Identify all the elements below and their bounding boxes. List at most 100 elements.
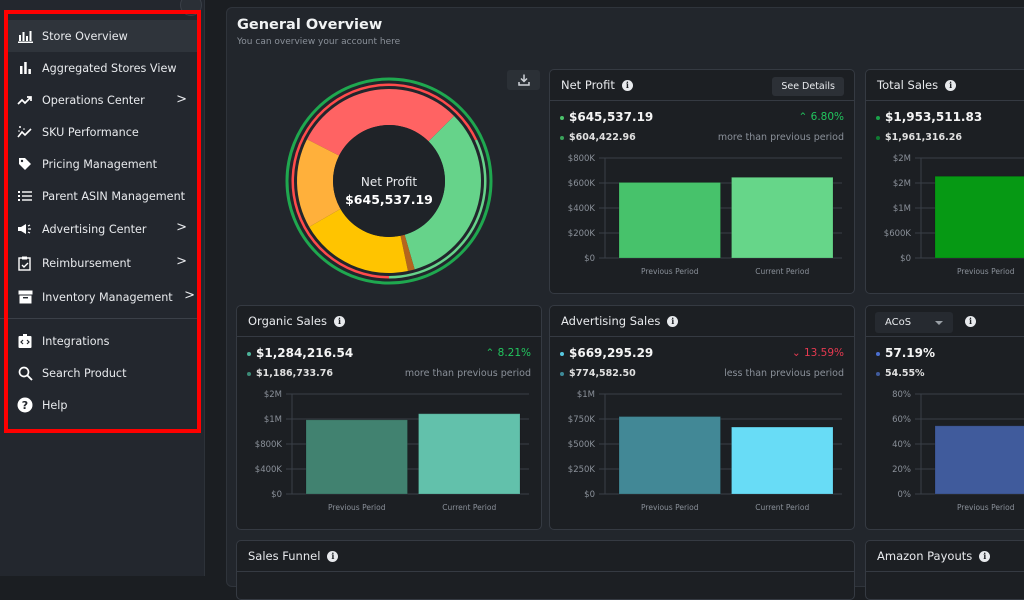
sidebar-item-integrations[interactable]: Integrations [8,325,201,357]
acos-chart: 0%20%40%60%80%Previous PeriodCurrent Per… [866,386,1024,521]
download-icon [517,71,530,90]
bar-chart-simple-icon [16,59,34,77]
card-header: Amazon Payouts i [866,541,1024,572]
current-value: $669,295.29 [569,346,654,360]
list-icon [16,187,34,205]
svg-text:?: ? [22,399,28,412]
current-value: 57.19% [885,346,935,360]
sidebar-item-label: Help [42,398,68,412]
bar[interactable] [418,413,521,495]
sidebar-divider [0,318,201,319]
sidebar-item-operations-center[interactable]: Operations Center > [8,84,201,116]
bar[interactable] [731,176,834,259]
y-tick-label: 60% [892,415,911,425]
previous-value: $1,961,316.26 [885,132,962,143]
y-tick-label: $0 [271,490,282,500]
megaphone-icon [16,220,34,238]
sidebar-item-label: Advertising Center [42,222,147,236]
bar-chart-svg: 0%20%40%60%80%Previous PeriodCurrent Per… [892,390,1024,512]
x-tick-label: Current Period [442,503,496,512]
bar[interactable] [618,181,721,259]
bar[interactable] [305,419,408,495]
card-header: Advertising Sales i [550,306,854,337]
sidebar-item-sku-performance[interactable]: SKU Performance [8,116,201,148]
y-tick-label: $1M [577,390,595,400]
card-title: Net Profit [561,78,615,92]
sidebar-item-pricing-management[interactable]: Pricing Management [8,148,201,180]
bar[interactable] [618,416,721,495]
legend-dot [560,351,564,356]
previous-value: $604,422.96 [569,132,636,143]
general-overview-panel: General Overview You can overview your a… [226,7,1024,600]
x-tick-label: Previous Period [957,267,1015,276]
y-tick-label: $2M [893,179,911,189]
sidebar-item-aggregated-stores[interactable]: Aggregated Stores View [8,52,201,84]
chevron-right-icon: > [176,254,187,269]
sidebar-item-parent-asin[interactable]: Parent ASIN Management [8,180,201,212]
metric-select-value: ACoS [885,317,912,328]
bar-chart-svg: $0 $250K $500K $750K $1M Previous Period Curre… [568,390,842,512]
bar[interactable] [731,426,834,495]
search-icon [16,364,34,382]
sidebar-item-label: Integrations [42,334,110,348]
total-sales-chart: $0$600K$1M$2M$2MPrevious PeriodCurrent P… [866,150,1024,285]
x-tick-label: Previous Period [957,503,1015,512]
info-icon[interactable]: i [667,315,679,327]
card-header: Total Sales i [866,70,1024,101]
download-button[interactable] [507,70,540,90]
advertising-sales-card: Advertising Sales i $669,295.29 $774,582… [549,305,855,530]
sidebar-item-reimbursement[interactable]: Reimbursement > [8,246,201,280]
legend-dot [247,351,251,356]
y-tick-label: $750K [568,415,596,425]
y-tick-label: $800K [568,154,596,164]
comparison-text: less than previous period [724,368,844,379]
bar[interactable] [934,175,1024,259]
bar-chart-svg: $0 $200K $400K $600K $800K Previous Period Cur… [568,154,842,276]
donut-center-value: $645,537.19 [345,192,433,207]
sidebar-item-inventory-management[interactable]: Inventory Management > [8,280,201,314]
sidebar-item-store-overview[interactable]: Store Overview [8,20,201,52]
metric-select[interactable]: ACoS [875,312,953,333]
info-icon[interactable]: i [979,550,991,562]
y-tick-label: 40% [892,440,911,450]
info-icon[interactable]: i [621,79,633,91]
comparison-text: more than previous period [717,132,844,143]
organic-sales-chart: $0 $400K $800K $1M $2M Previous Period Current… [237,386,541,521]
see-details-button[interactable]: See Details [772,77,844,96]
sidebar-item-help[interactable]: ? Help [8,389,201,421]
card-header: Net Profit i See Details [550,70,854,101]
y-tick-label: 20% [892,465,911,475]
legend-dot [247,371,251,376]
sidebar-collapse-button[interactable] [180,0,202,16]
total-sales-card: Total Sales i $1,953,511.83 $1,961,316.2… [865,69,1024,294]
y-tick-label: $2M [893,154,911,164]
bar[interactable] [934,425,1024,495]
y-tick-label: $500K [568,440,596,450]
sidebar-item-label: Reimbursement [42,256,131,270]
y-tick-label: $400K [568,204,596,214]
sidebar-item-search-product[interactable]: Search Product [8,357,201,389]
sidebar-item-label: Parent ASIN Management [42,189,186,203]
donut-center-label: Net Profit [361,175,417,189]
sales-funnel-card: Sales Funnel i [236,540,855,600]
info-icon[interactable]: i [945,79,957,91]
change-percent: 13.59% [803,347,844,359]
y-tick-label: 0% [898,490,912,500]
chevron-down-icon: ⌄ [791,347,804,359]
previous-value: $774,582.50 [569,368,636,379]
info-icon[interactable]: i [965,315,976,327]
card-title: Total Sales [877,78,939,92]
page-title: General Overview [237,17,383,33]
sidebar-item-advertising-center[interactable]: Advertising Center > [8,212,201,246]
info-icon[interactable]: i [327,550,339,562]
y-tick-label: $1M [893,204,911,214]
chevron-right-icon: > [176,92,187,107]
sidebar-item-label: Aggregated Stores View [42,61,177,75]
x-tick-label: Current Period [755,267,809,276]
info-icon[interactable]: i [334,315,345,327]
change-percent: 6.80% [810,111,844,123]
y-tick-label: $0 [900,254,911,264]
legend-dot [560,115,564,120]
change-percent: 8.21% [497,347,531,359]
y-tick-label: $600K [884,229,912,239]
